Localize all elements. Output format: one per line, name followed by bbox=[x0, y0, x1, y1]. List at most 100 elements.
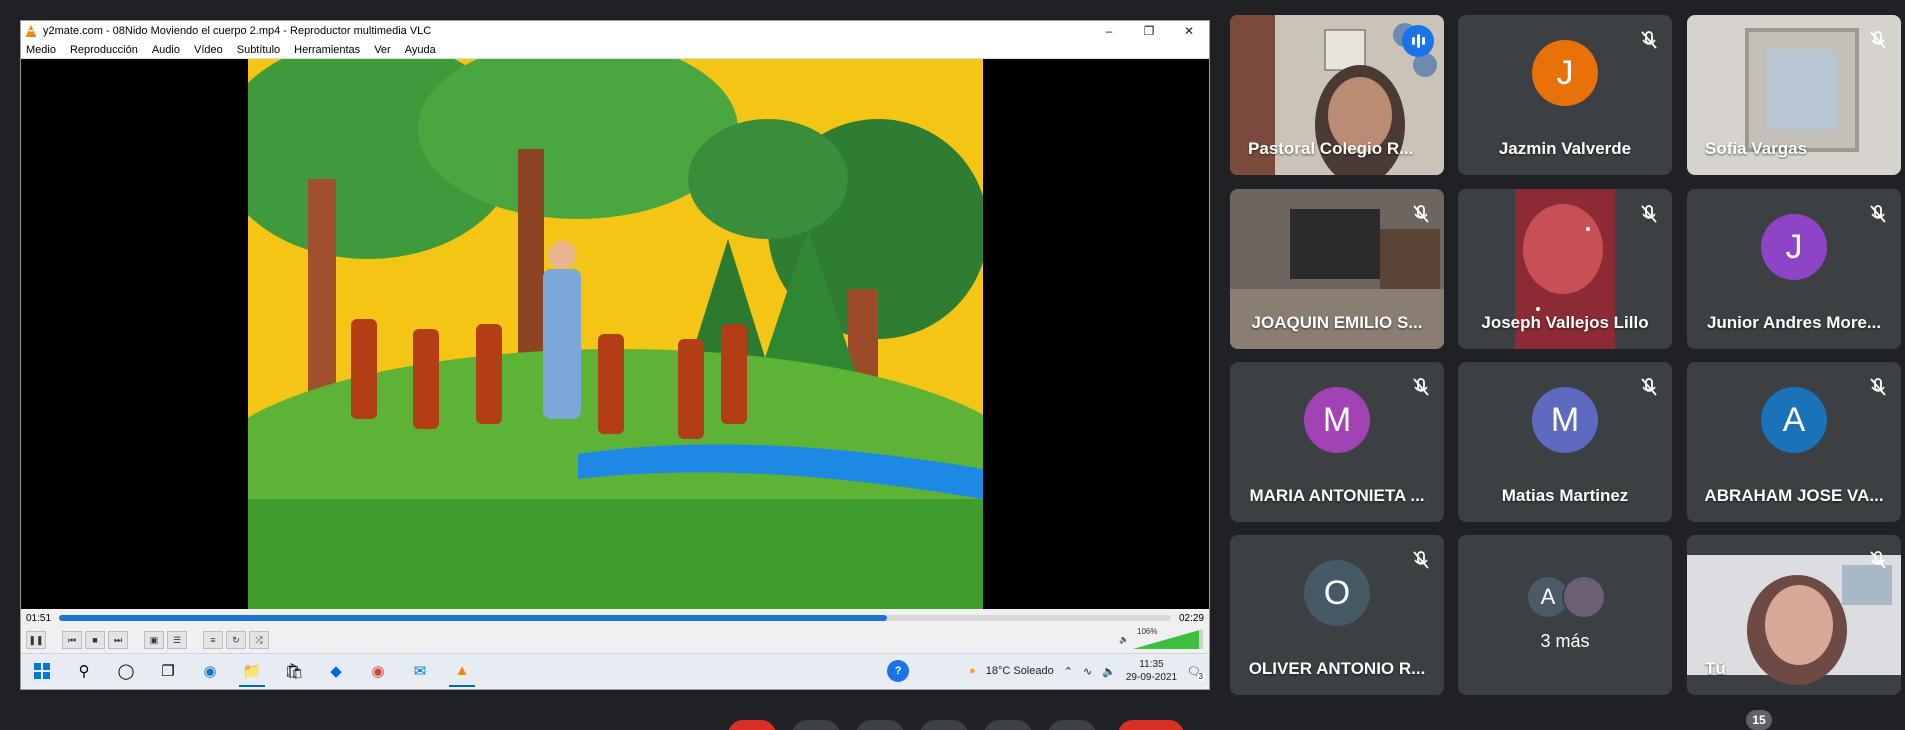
call-control-button[interactable] bbox=[984, 720, 1032, 730]
mic-off-icon bbox=[1870, 31, 1886, 49]
avatar: O bbox=[1304, 560, 1370, 626]
weather-sun-icon: ● bbox=[969, 665, 976, 677]
vlc-taskbar-icon[interactable]: ▲ bbox=[441, 654, 483, 688]
tray-chevron-icon[interactable]: ⌃ bbox=[1064, 665, 1073, 678]
video-frame-scene bbox=[248, 59, 983, 609]
menu-herramientas[interactable]: Herramientas bbox=[294, 44, 360, 56]
call-control-button[interactable] bbox=[920, 720, 968, 730]
system-tray: ? ● 18°C Soleado ⌃ ∿ 🔈 11:35 29-09-2021 … bbox=[887, 654, 1205, 688]
mic-off-icon bbox=[1870, 378, 1886, 396]
menu-ayuda[interactable]: Ayuda bbox=[405, 44, 436, 56]
avatar: J bbox=[1761, 214, 1827, 280]
cortana-icon[interactable]: ◯ bbox=[105, 654, 147, 688]
participant-tile-joseph[interactable]: Joseph Vallejos Lillo bbox=[1458, 189, 1672, 349]
participant-name: OLIVER ANTONIO R... bbox=[1248, 659, 1426, 678]
avatar-photo bbox=[1562, 575, 1606, 619]
participant-tile-junior[interactable]: J Junior Andres More... bbox=[1687, 189, 1901, 349]
fullscreen-button[interactable]: ▣ bbox=[144, 631, 164, 649]
more-avatars: A bbox=[1526, 575, 1606, 619]
elapsed-time: 01:51 bbox=[26, 612, 52, 624]
windows-start-icon[interactable] bbox=[21, 654, 63, 688]
vlc-menubar: Medio Reproducción Audio Vídeo Subtítulo… bbox=[21, 41, 1209, 59]
mail-icon[interactable]: ✉ bbox=[399, 654, 441, 688]
menu-reproduccion[interactable]: Reproducción bbox=[70, 44, 138, 56]
participant-tile-oliver[interactable]: O OLIVER ANTONIO R... bbox=[1230, 535, 1444, 695]
participant-tile-jazmin[interactable]: J Jazmin Valverde bbox=[1458, 15, 1672, 175]
help-icon[interactable]: ? bbox=[887, 660, 910, 682]
close-button[interactable]: ✕ bbox=[1169, 21, 1209, 41]
speaker-tray-icon[interactable]: 🔈 bbox=[1102, 665, 1116, 678]
seek-row: 01:51 02:29 bbox=[21, 609, 1209, 627]
mic-off-icon bbox=[1413, 205, 1429, 223]
mic-off-icon bbox=[1870, 205, 1886, 223]
store-icon[interactable]: 🛍 bbox=[273, 654, 315, 688]
seek-progress bbox=[59, 615, 888, 621]
participant-tile-sofia[interactable]: Sofia Vargas bbox=[1687, 15, 1901, 175]
stop-button[interactable]: ■ bbox=[85, 631, 105, 649]
restore-button[interactable]: ❐ bbox=[1129, 21, 1169, 41]
next-button[interactable]: ⏭ bbox=[108, 631, 128, 649]
clock-date: 29-09-2021 bbox=[1125, 672, 1178, 683]
edge-icon[interactable]: ◉ bbox=[189, 654, 231, 688]
participant-tile-abraham[interactable]: A ABRAHAM JOSE VA... bbox=[1687, 362, 1901, 522]
end-call-button[interactable] bbox=[1118, 720, 1184, 730]
task-view-icon[interactable]: ❐ bbox=[147, 654, 189, 688]
avatar: A bbox=[1761, 387, 1827, 453]
pause-button[interactable]: ❚❚ bbox=[26, 631, 46, 649]
dropbox-icon[interactable]: ◆ bbox=[315, 654, 357, 688]
menu-audio[interactable]: Audio bbox=[152, 44, 180, 56]
vlc-titlebar: y2mate.com - 08Nido Moviendo el cuerpo 2… bbox=[21, 21, 1209, 41]
volume-control[interactable]: 🔈 106% bbox=[1119, 627, 1203, 649]
mic-off-icon bbox=[1641, 31, 1657, 49]
participant-tile-joaquin[interactable]: JOAQUIN EMILIO S... bbox=[1230, 189, 1444, 349]
avatar: M bbox=[1304, 387, 1370, 453]
participant-name: Joseph Vallejos Lillo bbox=[1481, 313, 1649, 332]
participant-tile-matias[interactable]: M Matias Martinez bbox=[1458, 362, 1672, 522]
participant-count-badge[interactable]: 15 bbox=[1746, 710, 1772, 730]
minimize-button[interactable]: – bbox=[1089, 21, 1129, 41]
screen: y2mate.com - 08Nido Moviendo el cuerpo 2… bbox=[0, 0, 1905, 730]
vlc-cone-icon bbox=[26, 25, 36, 37]
participant-tile-pastoral[interactable]: Pastoral Colegio R... bbox=[1230, 15, 1444, 175]
participant-tile-more[interactable]: A 3 más bbox=[1458, 535, 1672, 695]
mic-off-icon bbox=[1641, 205, 1657, 223]
search-icon[interactable]: ⚲ bbox=[63, 654, 105, 688]
previous-button[interactable]: ⏮ bbox=[62, 631, 82, 649]
file-explorer-icon[interactable]: 📁 bbox=[231, 654, 273, 688]
participant-name: Junior Andres More... bbox=[1706, 313, 1882, 332]
participant-name: Sofia Vargas bbox=[1705, 139, 1808, 158]
call-control-button[interactable] bbox=[856, 720, 904, 730]
call-control-button[interactable] bbox=[792, 720, 840, 730]
participant-tile-self[interactable]: Tú bbox=[1687, 535, 1901, 695]
menu-video[interactable]: Vídeo bbox=[194, 44, 223, 56]
weather-text[interactable]: 18°C Soleado bbox=[986, 665, 1054, 677]
mic-off-icon bbox=[1641, 378, 1657, 396]
volume-percent: 106% bbox=[1137, 627, 1158, 636]
total-time: 02:29 bbox=[1178, 612, 1204, 624]
leave-call-button[interactable] bbox=[728, 720, 776, 730]
playlist-button[interactable]: ≡ bbox=[203, 631, 223, 649]
shuffle-button[interactable]: ⤮ bbox=[249, 631, 269, 649]
notifications-icon[interactable]: 🗨 3 bbox=[1187, 665, 1205, 681]
participant-name: Matias Martinez bbox=[1501, 486, 1629, 505]
avatar: J bbox=[1532, 40, 1598, 106]
notifications-count: 3 bbox=[1196, 671, 1205, 681]
participant-name: ABRAHAM JOSE VA... bbox=[1704, 486, 1884, 505]
mic-off-icon bbox=[1870, 551, 1886, 569]
seek-slider[interactable] bbox=[59, 615, 1171, 621]
menu-ver[interactable]: Ver bbox=[374, 44, 391, 56]
participant-name: Tú bbox=[1705, 659, 1726, 678]
menu-subtitulo[interactable]: Subtítulo bbox=[237, 44, 280, 56]
participant-tile-maria[interactable]: M MARIA ANTONIETA ... bbox=[1230, 362, 1444, 522]
call-control-button[interactable] bbox=[1048, 720, 1096, 730]
network-icon[interactable]: ∿ bbox=[1083, 665, 1092, 678]
video-display[interactable] bbox=[21, 59, 1209, 609]
chrome-icon[interactable]: ◉ bbox=[357, 654, 399, 688]
participant-name: Pastoral Colegio R... bbox=[1248, 139, 1414, 158]
clock[interactable]: 11:35 29-09-2021 bbox=[1126, 658, 1177, 684]
mic-off-icon bbox=[1413, 551, 1429, 569]
loop-button[interactable]: ↻ bbox=[226, 631, 246, 649]
extended-settings-button[interactable]: ☰ bbox=[167, 631, 187, 649]
menu-medio[interactable]: Medio bbox=[26, 44, 56, 56]
mic-off-icon bbox=[1413, 378, 1429, 396]
